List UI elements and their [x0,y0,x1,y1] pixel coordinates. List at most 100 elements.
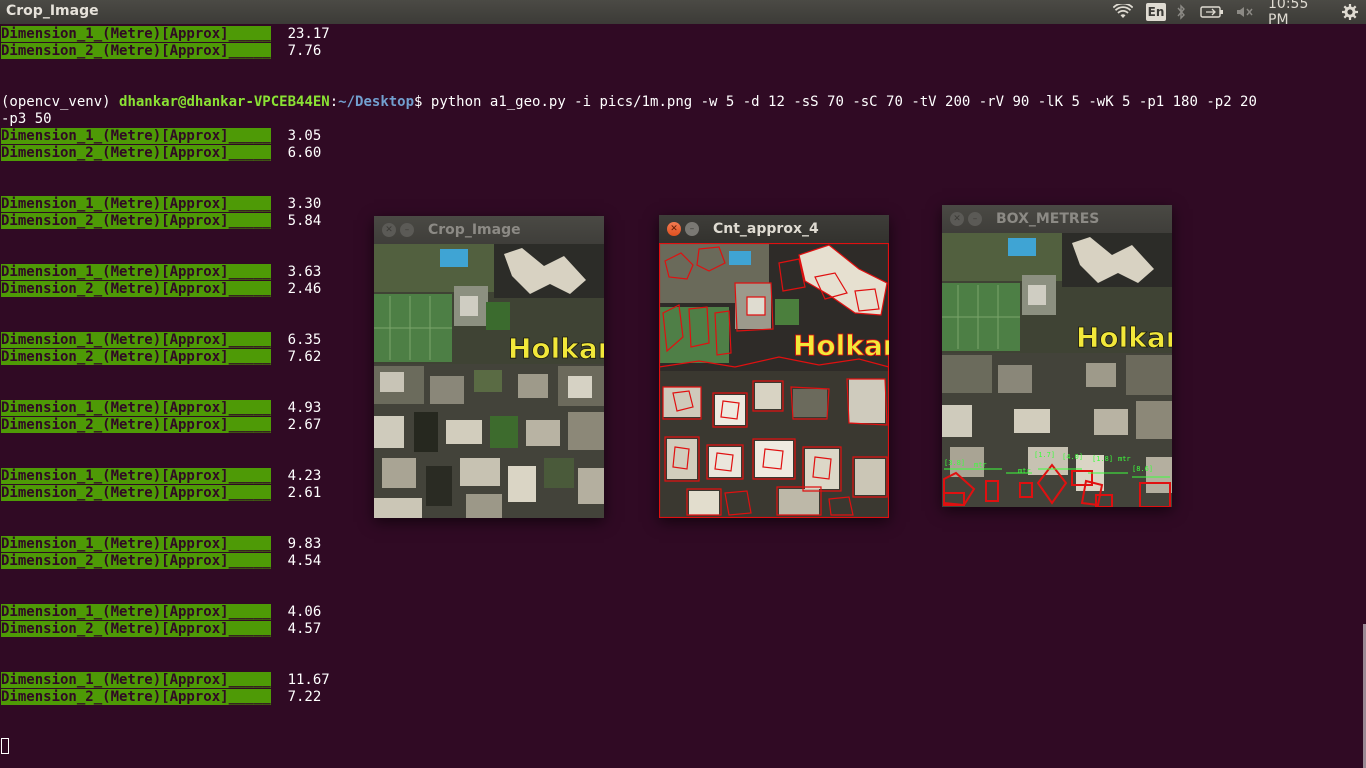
dimension-label: Dimension_2_(Metre)[Approx]_____ [1,43,271,59]
contour-image-view: Holkar [659,243,889,518]
dimension-value: 6.60 [287,145,322,161]
terminal-line: Dimension_2_(Metre)[Approx]_____ 2.61 [1,485,321,502]
crop-image-window[interactable]: ✕ – Crop_Image Holkar [374,216,604,518]
dimension-value: 9.83 [287,536,322,552]
map-label: Holkar [793,329,889,362]
box-metres-view: Holkar [1.7] [4.0] [1.8] mtr [8.6] mtr m… [942,233,1172,507]
volume-mute-icon[interactable] [1234,3,1256,21]
measure-label: [3.8] [944,459,965,467]
top-panel: Crop_Image En 10:55 PM [0,0,1366,28]
measure-label: [1.8] [1092,455,1113,463]
dimension-value: 6.35 [287,332,322,348]
settings-gear-icon[interactable] [1340,3,1360,21]
measure-label: [4.0] [1062,453,1083,461]
window-titlebar[interactable]: ✕ – BOX_METRES [942,205,1172,233]
dimension-label: Dimension_2_(Metre)[Approx]_____ [1,145,271,161]
dimension-label: Dimension_2_(Metre)[Approx]_____ [1,689,271,705]
crop-image-view: Holkar [374,244,604,518]
terminal-line: Dimension_2_(Metre)[Approx]_____ 4.54 [1,553,321,570]
dimension-label: Dimension_1_(Metre)[Approx]_____ [1,468,271,484]
terminal-line: Dimension_1_(Metre)[Approx]_____ 3.63 [1,264,321,281]
window-title: Crop_Image [428,222,521,238]
dimension-value: 3.63 [287,264,322,280]
terminal-line: Dimension_2_(Metre)[Approx]_____ 2.46 [1,281,321,298]
minimize-icon[interactable]: – [685,222,699,236]
terminal-line: Dimension_2_(Metre)[Approx]_____ 7.22 [1,689,321,706]
language-indicator[interactable]: En [1146,3,1166,21]
window-title: Cnt_approx_4 [713,221,819,237]
dimension-label: Dimension_2_(Metre)[Approx]_____ [1,281,271,297]
measure-label: mtr [974,461,987,469]
terminal-line: Dimension_1_(Metre)[Approx]_____ 23.17 [1,26,330,43]
dimension-value: 4.57 [287,621,322,637]
dimension-label: Dimension_2_(Metre)[Approx]_____ [1,417,271,433]
measure-label: mtr [1018,467,1031,475]
bluetooth-icon[interactable] [1174,3,1188,21]
box-metres-window[interactable]: ✕ – BOX_METRES Holkar [1.7] [4.0] [1.8] … [942,205,1172,507]
dimension-label: Dimension_1_(Metre)[Approx]_____ [1,400,271,416]
dimension-value: 23.17 [287,26,330,42]
dimension-label: Dimension_1_(Metre)[Approx]_____ [1,196,271,212]
terminal-cursor [1,738,9,754]
dimension-value: 11.67 [287,672,330,688]
contour-image: Holkar [659,243,889,518]
terminal-line: Dimension_1_(Metre)[Approx]_____ 4.23 [1,468,321,485]
terminal-line: Dimension_2_(Metre)[Approx]_____ 6.60 [1,145,321,162]
dimension-value: 2.61 [287,485,322,501]
terminal-line: Dimension_2_(Metre)[Approx]_____ 4.57 [1,621,321,638]
terminal-line: Dimension_2_(Metre)[Approx]_____ 7.62 [1,349,321,366]
wifi-icon[interactable] [1112,3,1134,21]
dimension-label: Dimension_1_(Metre)[Approx]_____ [1,332,271,348]
terminal-line: Dimension_1_(Metre)[Approx]_____ 11.67 [1,672,330,689]
clock[interactable]: 10:55 PM [1268,0,1330,28]
minimize-icon[interactable]: – [968,212,982,226]
dimension-value: 5.84 [287,213,322,229]
cnt-approx-window[interactable]: ✕ – Cnt_approx_4 Holkar [659,215,889,518]
dimension-label: Dimension_2_(Metre)[Approx]_____ [1,621,271,637]
dimension-value: 3.05 [287,128,322,144]
map-label: Holkar [508,332,604,365]
battery-icon[interactable] [1199,3,1225,21]
terminal-line: Dimension_1_(Metre)[Approx]_____ 6.35 [1,332,321,349]
minimize-icon[interactable]: – [400,223,414,237]
terminal-line: Dimension_1_(Metre)[Approx]_____ 4.93 [1,400,321,417]
dimension-label: Dimension_1_(Metre)[Approx]_____ [1,672,271,688]
command-line-wrap: -p3 50 [1,111,52,127]
command-line: (opencv_venv) dhankar@dhankar-VPCEB44EN:… [1,94,1257,111]
terminal-line: Dimension_1_(Metre)[Approx]_____ 3.30 [1,196,321,213]
window-titlebar[interactable]: ✕ – Crop_Image [374,216,604,244]
window-title: BOX_METRES [996,211,1100,227]
dimension-label: Dimension_2_(Metre)[Approx]_____ [1,213,271,229]
dimension-label: Dimension_1_(Metre)[Approx]_____ [1,26,271,42]
dimension-value: 4.23 [287,468,322,484]
venv-indicator: (opencv_venv) [1,94,120,110]
dimension-label: Dimension_1_(Metre)[Approx]_____ [1,264,271,280]
measure-label: mtr [1118,455,1131,463]
active-app-title: Crop_Image [6,3,99,19]
dimension-label: Dimension_1_(Metre)[Approx]_____ [1,128,271,144]
terminal-line: Dimension_1_(Metre)[Approx]_____ 9.83 [1,536,321,553]
dimension-value: 2.67 [287,417,322,433]
close-icon[interactable]: ✕ [382,223,396,237]
dimension-value: 4.93 [287,400,322,416]
dimension-label: Dimension_2_(Metre)[Approx]_____ [1,485,271,501]
close-icon[interactable]: ✕ [950,212,964,226]
prompt-dollar: $ [414,94,431,110]
dimension-value: 7.76 [287,43,322,59]
command-text: python a1_geo.py -i pics/1m.png -w 5 -d … [430,94,1257,110]
close-icon[interactable]: ✕ [667,222,681,236]
window-titlebar[interactable]: ✕ – Cnt_approx_4 [659,215,889,243]
satellite-image: Holkar [374,244,604,518]
dimension-value: 2.46 [287,281,322,297]
dimension-label: Dimension_2_(Metre)[Approx]_____ [1,349,271,365]
dimension-value: 7.22 [287,689,322,705]
dimension-value: 4.06 [287,604,322,620]
dimension-label: Dimension_1_(Metre)[Approx]_____ [1,604,271,620]
terminal-line: Dimension_2_(Metre)[Approx]_____ 2.67 [1,417,321,434]
prompt-path: ~/Desktop [338,94,415,110]
prompt-user-host: dhankar@dhankar-VPCEB44EN [119,94,330,110]
dimension-value: 3.30 [287,196,322,212]
terminal-line: Dimension_1_(Metre)[Approx]_____ 3.05 [1,128,321,145]
map-label: Holkar [1076,321,1172,354]
dimension-label: Dimension_2_(Metre)[Approx]_____ [1,553,271,569]
